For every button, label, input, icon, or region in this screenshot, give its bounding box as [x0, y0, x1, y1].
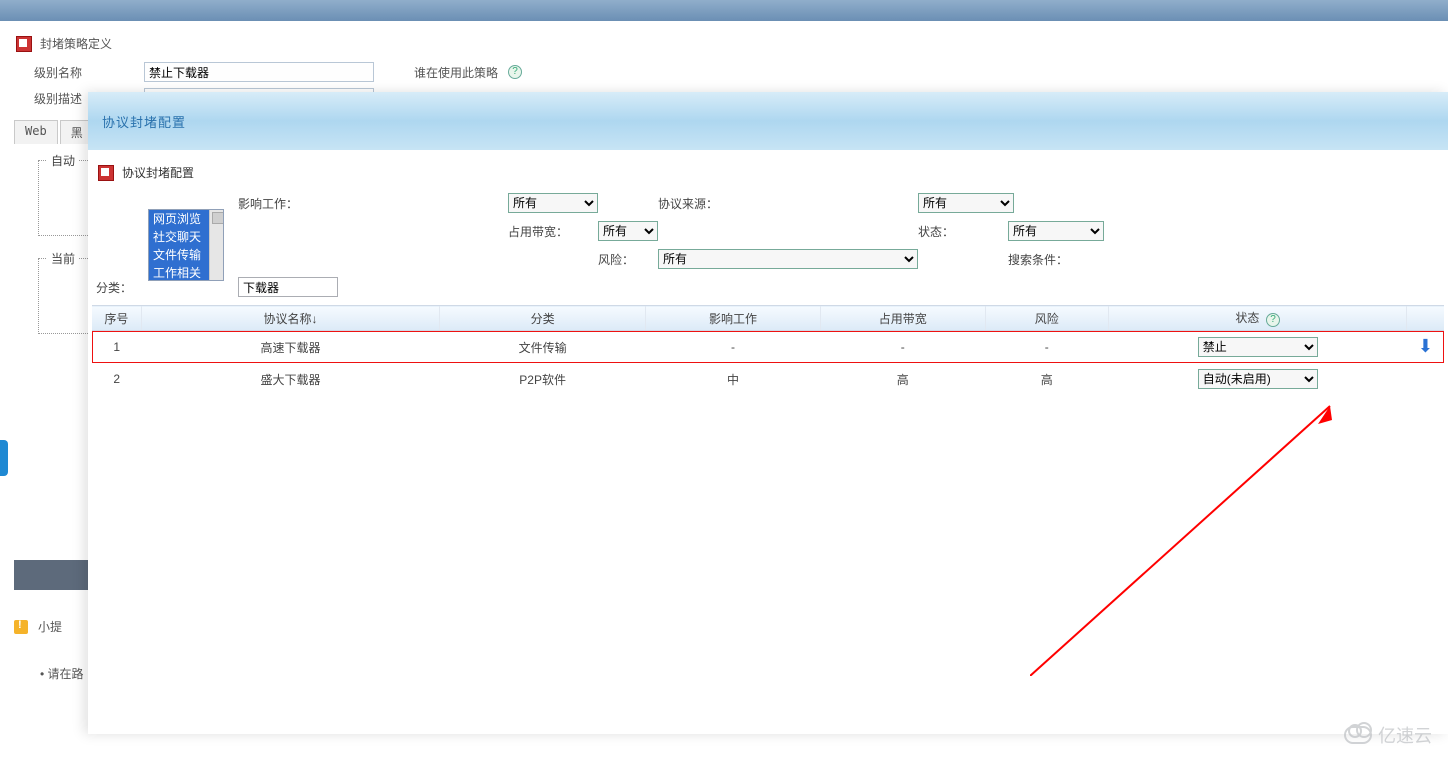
config-icon [98, 165, 114, 181]
cell-category: P2P软件 [440, 363, 646, 395]
cloud-icon [1344, 726, 1372, 744]
cell-name: 盛大下载器 [141, 363, 439, 395]
cell-impact: 中 [646, 363, 821, 395]
state-select[interactable]: 所有 [1008, 221, 1104, 241]
source-select[interactable]: 所有 [918, 193, 1014, 213]
cell-seq: 1 [92, 331, 141, 364]
risk-select[interactable]: 所有 [658, 249, 918, 269]
tips-label: 小提 [38, 618, 62, 635]
policy-icon [16, 36, 32, 52]
modal-titlebar[interactable]: 协议封堵配置 [88, 92, 1448, 150]
col-category[interactable]: 分类 [440, 306, 646, 331]
col-name[interactable]: 协议名称↓ [141, 306, 439, 331]
bandwidth-label: 占用带宽： [508, 223, 598, 240]
col-status[interactable]: 状态 ? [1109, 306, 1407, 331]
page-title: 封堵策略定义 [40, 35, 112, 52]
col-extra [1407, 306, 1444, 331]
col-risk[interactable]: 风险 [985, 306, 1108, 331]
tab-web[interactable]: Web [14, 120, 58, 144]
status-help-icon[interactable]: ? [1266, 313, 1280, 327]
search-label: 搜索条件： [1008, 251, 1128, 268]
fieldset-auto-legend: 自动 [47, 152, 79, 169]
impact-label: 影响工作： [238, 195, 508, 212]
cell-status: 自动(未启用) [1109, 363, 1407, 395]
arrow-down-icon[interactable]: ⬇ [1418, 339, 1433, 353]
modal-title: 协议封堵配置 [102, 112, 186, 131]
cell-name: 高速下载器 [141, 331, 439, 364]
who-uses-label: 谁在使用此策略 [414, 64, 498, 81]
category-option-3[interactable]: 工作相关 [149, 264, 209, 281]
level-name-input[interactable] [144, 62, 374, 82]
status-select-row1[interactable]: 禁止 [1198, 337, 1318, 357]
help-icon[interactable]: ? [508, 65, 522, 79]
cell-category: 文件传输 [440, 331, 646, 364]
col-seq[interactable]: 序号 [92, 306, 141, 331]
watermark-text: 亿速云 [1378, 722, 1432, 748]
filters-panel: 分类： 网页浏览 社交聊天 文件传输 工作相关 影响工作： 所有 协议来源： 所… [92, 193, 1444, 303]
category-label: 分类： [96, 279, 148, 296]
cell-status: 禁止 [1109, 331, 1407, 364]
cell-bandwidth: - [820, 331, 985, 364]
cell-risk: 高 [985, 363, 1108, 395]
left-tab-handle[interactable] [0, 440, 8, 476]
search-input[interactable] [238, 277, 338, 297]
config-header-text: 协议封堵配置 [122, 164, 194, 181]
table-row[interactable]: 1 高速下载器 文件传输 - - - 禁止 ⬇ [92, 331, 1444, 364]
risk-label: 风险： [598, 251, 658, 268]
table-row[interactable]: 2 盛大下载器 P2P软件 中 高 高 自动(未启用) [92, 363, 1444, 395]
level-name-label: 级别名称 [34, 64, 134, 81]
cell-seq: 2 [92, 363, 141, 395]
bullet-hint: 请在路 [40, 665, 84, 682]
bandwidth-select[interactable]: 所有 [598, 221, 658, 241]
col-impact[interactable]: 影响工作 [646, 306, 821, 331]
tips-row: 小提 [14, 618, 62, 635]
impact-select[interactable]: 所有 [508, 193, 598, 213]
cell-impact: - [646, 331, 821, 364]
cell-risk: - [985, 331, 1108, 364]
col-bandwidth[interactable]: 占用带宽 [820, 306, 985, 331]
table-header-row: 序号 协议名称↓ 分类 影响工作 占用带宽 风险 状态 ? [92, 306, 1444, 331]
category-option-2[interactable]: 文件传输 [149, 246, 209, 264]
source-label: 协议来源： [658, 195, 918, 212]
protocols-table: 序号 协议名称↓ 分类 影响工作 占用带宽 风险 状态 ? [92, 305, 1444, 395]
watermark: 亿速云 [1344, 722, 1432, 748]
category-option-1[interactable]: 社交聊天 [149, 228, 209, 246]
cell-bandwidth: 高 [820, 363, 985, 395]
annotation-arrow [1030, 396, 1350, 676]
protocol-block-config-modal: 协议封堵配置 协议封堵配置 分类： 网页浏览 社交聊天 文件传输 工作相关 影响… [88, 92, 1448, 734]
status-select-row2[interactable]: 自动(未启用) [1198, 369, 1318, 389]
fieldset-current-legend: 当前 [47, 250, 79, 267]
state-label: 状态： [918, 223, 1008, 240]
category-option-0[interactable]: 网页浏览 [149, 210, 209, 228]
listbox-scrollbar[interactable] [209, 210, 223, 280]
category-listbox[interactable]: 网页浏览 社交聊天 文件传输 工作相关 [148, 209, 224, 281]
top-gradient-bar [0, 0, 1448, 21]
warning-icon [14, 620, 28, 634]
